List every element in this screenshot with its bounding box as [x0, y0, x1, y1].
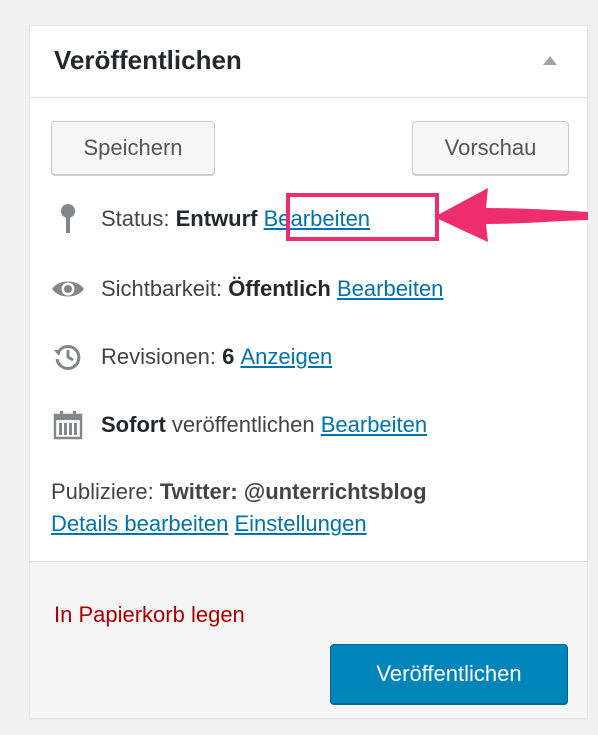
revisions-count: 6 [222, 344, 235, 369]
schedule-value: Sofort [101, 412, 166, 437]
edit-visibility-link[interactable]: Bearbeiten [337, 276, 443, 302]
calendar-icon [51, 408, 85, 442]
metabox-footer: In Papierkorb legen Veröffentlichen [30, 561, 587, 718]
metabox-header: Veröffentlichen [30, 26, 587, 98]
publicize-block: Publiziere: Twitter: @unterrichtsblog De… [51, 476, 427, 540]
revisions-label: Revisionen: [101, 344, 216, 369]
status-label: Status: [101, 206, 170, 231]
pointer-arrow-icon [434, 188, 588, 242]
visibility-row: Sichtbarkeit: Öffentlich Bearbeiten [51, 272, 443, 306]
publish-button[interactable]: Veröffentlichen [330, 644, 568, 704]
metabox-title: Veröffentlichen [54, 45, 242, 75]
revisions-row: Revisionen: 6 Anzeigen [51, 340, 332, 374]
move-to-trash-link[interactable]: In Papierkorb legen [54, 602, 245, 628]
publicize-account: Twitter: @unterrichtsblog [159, 479, 427, 504]
schedule-row: Sofort veröffentlichen Bearbeiten [51, 408, 427, 442]
publicize-label: Publiziere: [51, 479, 154, 504]
save-draft-button[interactable]: Speichern [51, 121, 215, 175]
publish-metabox: Veröffentlichen Speichern Vorschau Statu… [29, 25, 588, 719]
collapse-arrow-icon[interactable] [543, 56, 557, 65]
eye-icon [51, 272, 85, 306]
publicize-settings-link[interactable]: Einstellungen [234, 511, 366, 536]
highlight-box [286, 193, 439, 241]
history-icon [51, 340, 85, 374]
edit-schedule-link[interactable]: Bearbeiten [321, 412, 427, 438]
preview-button[interactable]: Vorschau [412, 121, 569, 175]
edit-details-link[interactable]: Details bearbeiten [51, 511, 228, 536]
visibility-label: Sichtbarkeit: [101, 276, 223, 301]
status-value: Entwurf [175, 206, 258, 231]
pin-icon [51, 202, 85, 236]
schedule-label: veröffentlichen [171, 412, 315, 437]
show-revisions-link[interactable]: Anzeigen [240, 344, 332, 370]
visibility-value: Öffentlich [228, 276, 331, 301]
